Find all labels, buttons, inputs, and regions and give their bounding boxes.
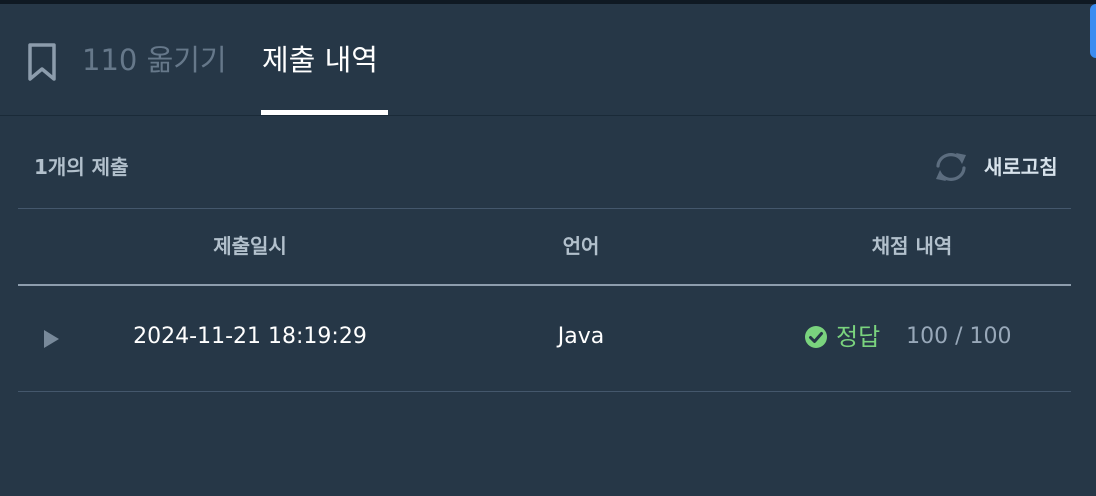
submission-table: 제출일시 언어 채점 내역 2024-11-21 18:19:29 Java 정… — [18, 208, 1071, 392]
table-header: 제출일시 언어 채점 내역 — [18, 208, 1071, 286]
submission-result: 정답 100 / 100 — [804, 320, 1012, 354]
submission-count: 1개의 제출 — [34, 155, 129, 179]
column-header-language: 언어 — [562, 234, 600, 258]
submission-date: 2024-11-21 18:19:29 — [133, 324, 367, 349]
tab-submission-history[interactable]: 제출 내역 — [262, 40, 378, 80]
column-header-date: 제출일시 — [213, 234, 287, 258]
result-status: 정답 — [836, 323, 881, 351]
tab-header: 110 옮기기 제출 내역 — [0, 4, 1096, 116]
submission-language: Java — [557, 324, 605, 349]
active-tab-indicator — [261, 110, 388, 115]
check-circle-icon — [805, 326, 827, 348]
bookmark-icon[interactable] — [26, 42, 58, 82]
refresh-label: 새로고침 — [984, 155, 1058, 179]
table-row[interactable]: 2024-11-21 18:19:29 Java 정답 100 / 100 — [18, 286, 1071, 392]
refresh-icon — [936, 153, 966, 181]
refresh-button[interactable]: 새로고침 — [932, 150, 1058, 184]
tab-move[interactable]: 110 옮기기 — [82, 40, 227, 80]
expand-row-icon[interactable] — [44, 330, 59, 348]
column-header-result: 채점 내역 — [871, 234, 953, 258]
result-score: 100 / 100 — [906, 324, 1012, 349]
